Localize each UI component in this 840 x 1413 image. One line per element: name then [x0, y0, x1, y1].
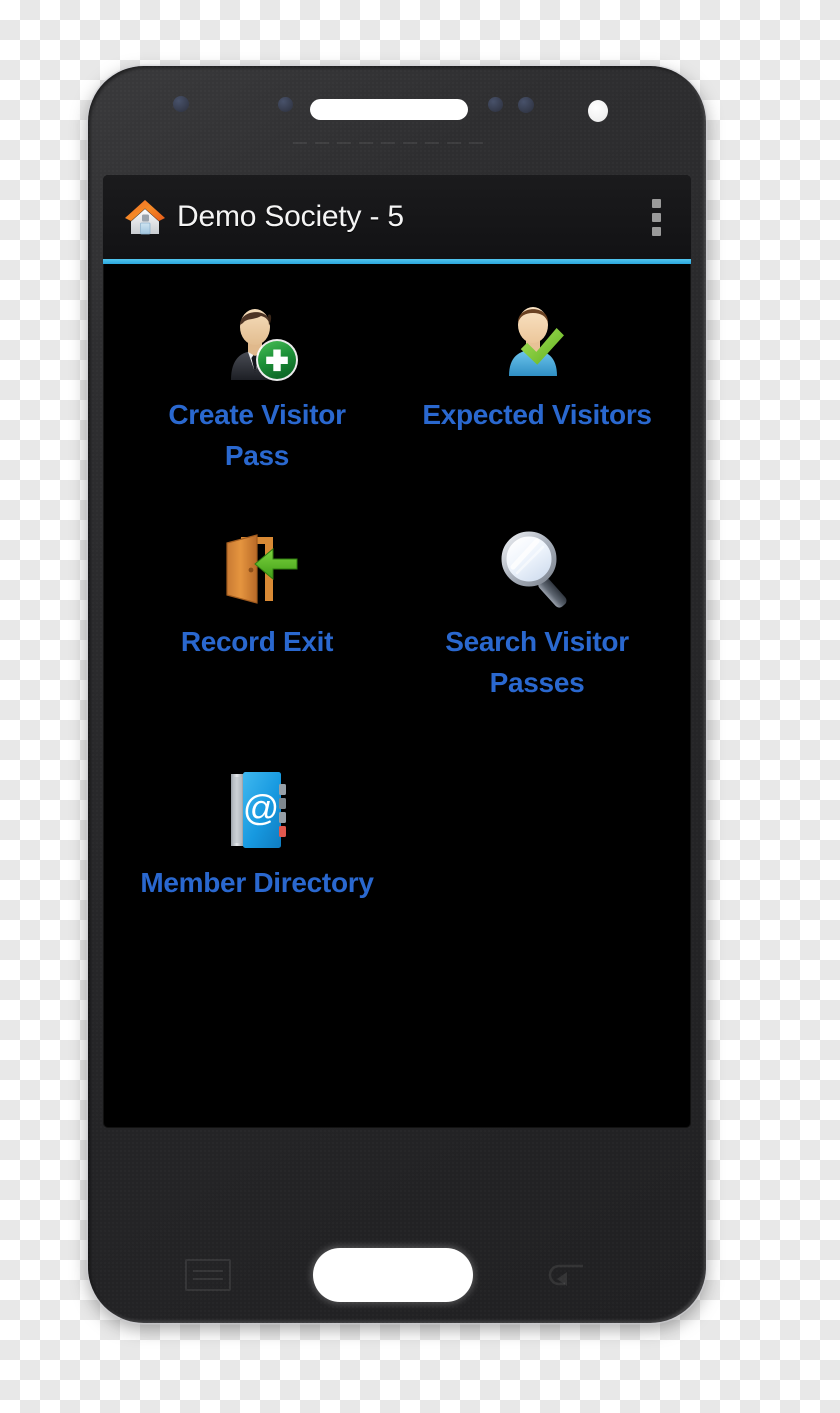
menu-item-expected-visitors[interactable]: Expected Visitors	[397, 286, 677, 503]
speaker-grille	[293, 142, 483, 144]
earpiece-speaker	[310, 99, 468, 120]
overflow-dot-icon	[651, 226, 661, 236]
address-book-icon: @	[211, 764, 303, 856]
menu-item-member-directory[interactable]: @ Member Directory	[117, 730, 397, 929]
phone-screen: Demo Society - 5 Create Visitor Pass Exp…	[103, 175, 691, 1128]
magnifier-icon	[491, 523, 583, 615]
menu-item-label: Record Exit	[180, 625, 334, 657]
phone-top-bezel	[88, 66, 706, 175]
user-add-icon	[211, 296, 303, 388]
menu-item-search-visitor-passes[interactable]: Search Visitor Passes	[397, 503, 677, 730]
phone-device: Demo Society - 5 Create Visitor Pass Exp…	[88, 66, 706, 1323]
menu-item-label: Search Visitor Passes	[445, 625, 629, 699]
door-exit-icon	[211, 523, 303, 615]
menu-key-icon[interactable]	[185, 1259, 231, 1291]
notification-led-icon	[518, 97, 534, 113]
menu-item-create-visitor-pass[interactable]: Create Visitor Pass	[117, 286, 397, 503]
menu-item-label: Expected Visitors	[422, 399, 652, 430]
back-key-icon[interactable]	[543, 1260, 591, 1288]
overflow-dot-icon	[651, 212, 661, 222]
proximity-sensor-icon	[173, 96, 189, 112]
light-sensor-icon	[278, 97, 293, 112]
page-title: Demo Society - 5	[177, 200, 404, 233]
sensor-dot-icon	[488, 97, 503, 112]
svg-text:@: @	[243, 787, 280, 828]
menu-grid: Create Visitor Pass Expected Visitors Re…	[103, 264, 691, 929]
user-check-icon	[491, 296, 583, 388]
menu-item-label: Create Visitor Pass	[168, 399, 346, 472]
menu-item-record-exit[interactable]: Record Exit	[117, 503, 397, 730]
overflow-dot-icon	[651, 198, 661, 208]
home-icon	[123, 196, 167, 238]
overflow-menu-button[interactable]	[643, 190, 673, 244]
front-camera-icon	[588, 100, 608, 122]
menu-item-label: Member Directory	[140, 866, 374, 898]
home-button[interactable]	[313, 1248, 473, 1302]
app-title-bar: Demo Society - 5	[103, 175, 691, 259]
